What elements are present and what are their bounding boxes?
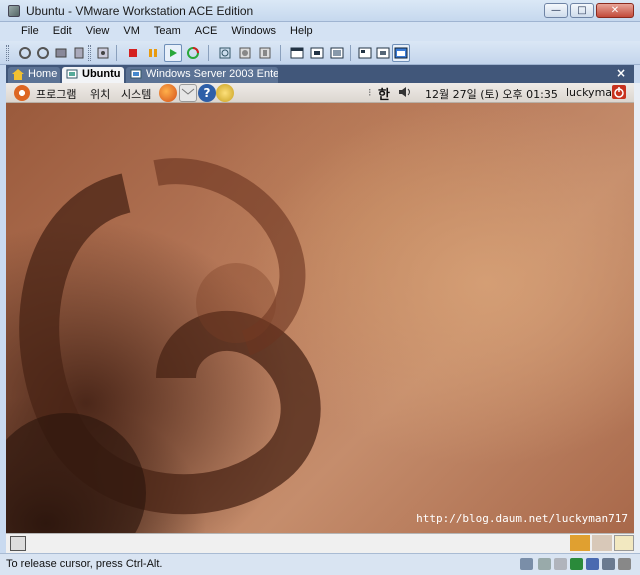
menu-ace[interactable]: ACE	[188, 22, 225, 41]
power-on-icon[interactable]	[164, 44, 182, 62]
volume-icon[interactable]	[398, 85, 412, 102]
library-icon[interactable]	[256, 44, 274, 62]
menu-edit[interactable]: Edit	[46, 22, 79, 41]
ime-indicator[interactable]: 한	[378, 84, 390, 103]
tab-label: Ubuntu	[82, 68, 121, 80]
menu-help[interactable]: Help	[283, 22, 320, 41]
reset-icon[interactable]	[184, 44, 202, 62]
snapshot-manager-icon[interactable]	[52, 44, 70, 62]
snapshot-icon[interactable]	[16, 44, 34, 62]
title-bar: Ubuntu - VMware Workstation ACE Edition …	[0, 0, 640, 22]
hard-disk-icon[interactable]	[520, 558, 533, 570]
cdrom-icon[interactable]	[538, 558, 551, 570]
normal-view-icon[interactable]	[392, 44, 410, 62]
watermark-url: http://blog.daum.net/luckyman717	[416, 512, 628, 525]
tab-ubuntu[interactable]: Ubuntu	[62, 67, 124, 83]
menu-windows[interactable]: Windows	[224, 22, 283, 41]
status-bar: To release cursor, press Ctrl-Alt.	[0, 553, 640, 575]
panel-handle-icon: ⁝	[368, 86, 372, 99]
menu-system[interactable]: 시스템	[121, 86, 151, 102]
tab-label: Home	[28, 68, 58, 80]
menu-bar: File Edit View VM Team ACE Windows Help	[0, 22, 640, 41]
tab-bar: Home Ubuntu Windows Server 2003 Enter...…	[6, 65, 634, 83]
wallpaper-swirl	[6, 158, 321, 533]
toolbar-grip[interactable]	[88, 45, 91, 61]
floppy-icon[interactable]	[554, 558, 567, 570]
usb-icon[interactable]	[586, 558, 599, 570]
toolbar-separator	[116, 45, 117, 61]
full-screen-icon[interactable]	[288, 44, 306, 62]
close-tab-icon[interactable]: ×	[616, 66, 626, 80]
suspend-icon[interactable]	[144, 44, 162, 62]
ubuntu-logo-icon[interactable]	[14, 85, 30, 101]
tomboy-icon[interactable]	[216, 84, 234, 102]
guest-console[interactable]: 프로그램 위치 시스템 ? ⁝ 한 12월 27일 (토) 오후 01:35 l…	[6, 83, 634, 533]
window-resize-icon[interactable]	[614, 535, 634, 551]
message-icon[interactable]	[618, 558, 631, 570]
toolbar	[0, 41, 640, 65]
view-icon[interactable]	[374, 44, 392, 62]
mail-icon[interactable]	[179, 84, 197, 102]
tab-label: Windows Server 2003 Enter...	[146, 68, 278, 80]
summary-icon[interactable]	[94, 44, 112, 62]
vm-status-indicator	[570, 535, 590, 551]
team-icon[interactable]	[70, 44, 88, 62]
window-title: Ubuntu - VMware Workstation ACE Edition	[26, 4, 254, 18]
shutdown-icon[interactable]	[612, 85, 626, 99]
vm-bottom-strip	[6, 533, 634, 553]
vmware-app-icon	[8, 5, 20, 17]
console-icon[interactable]	[356, 44, 374, 62]
host-window-edge	[634, 83, 640, 553]
menu-places[interactable]: 위치	[90, 86, 110, 102]
menu-file[interactable]: File	[14, 22, 46, 41]
sound-icon[interactable]	[602, 558, 615, 570]
toolbar-grip[interactable]	[6, 45, 9, 61]
help-icon[interactable]: ?	[198, 84, 216, 102]
tab-home[interactable]: Home	[8, 67, 60, 83]
close-button[interactable]: ✕	[596, 3, 634, 18]
network-icon[interactable]	[570, 558, 583, 570]
clock[interactable]: 12월 27일 (토) 오후 01:35	[425, 86, 558, 102]
vm-icon	[130, 69, 142, 80]
menu-applications[interactable]: 프로그램	[36, 86, 76, 102]
revert-icon[interactable]	[34, 44, 52, 62]
status-message: To release cursor, press Ctrl-Alt.	[6, 558, 163, 570]
gnome-top-panel: 프로그램 위치 시스템 ? ⁝ 한 12월 27일 (토) 오후 01:35 l…	[6, 83, 634, 103]
menu-vm[interactable]: VM	[116, 22, 147, 41]
toolbar-separator	[208, 45, 209, 61]
menu-team[interactable]: Team	[147, 22, 188, 41]
maximize-button[interactable]: □	[570, 3, 594, 18]
vm-status-indicator	[592, 535, 612, 551]
vm-icon	[66, 69, 78, 80]
tab-windows-server[interactable]: Windows Server 2003 Enter...	[126, 67, 278, 83]
firefox-icon[interactable]	[159, 84, 177, 102]
window-controls: — □ ✕	[544, 3, 634, 18]
clone-icon[interactable]	[236, 44, 254, 62]
minimize-button[interactable]: —	[544, 3, 568, 18]
menu-view[interactable]: View	[79, 22, 117, 41]
toolbar-separator	[280, 45, 281, 61]
unity-icon[interactable]	[328, 44, 346, 62]
home-icon	[12, 69, 24, 80]
power-off-icon[interactable]	[124, 44, 142, 62]
toolbar-separator	[350, 45, 351, 61]
settings-icon[interactable]	[216, 44, 234, 62]
quick-switch-icon[interactable]	[308, 44, 326, 62]
fit-guest-icon[interactable]	[10, 536, 26, 551]
desktop-wallpaper[interactable]: http://blog.daum.net/luckyman717	[6, 103, 634, 533]
